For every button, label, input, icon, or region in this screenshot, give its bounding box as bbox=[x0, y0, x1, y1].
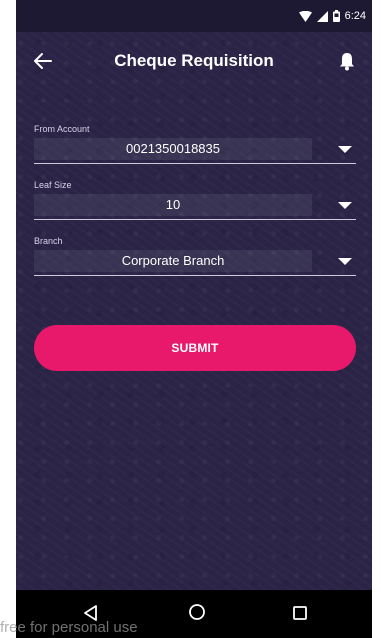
dropdown-caret-icon bbox=[338, 202, 352, 209]
leaf-size-label: Leaf Size bbox=[34, 180, 72, 190]
watermark: free for personal use bbox=[0, 619, 138, 636]
branch-label: Branch bbox=[34, 236, 63, 246]
dropdown-caret-icon bbox=[338, 146, 352, 153]
app-bar: Cheque Requisition bbox=[16, 32, 372, 90]
wifi-icon bbox=[298, 10, 312, 22]
branch-value: Corporate Branch bbox=[34, 250, 312, 272]
phone-screen: 6:24 Cheque Requisition From Account 002… bbox=[16, 0, 372, 638]
branch-field: Branch Corporate Branch bbox=[34, 232, 356, 288]
status-time: 6:24 bbox=[344, 10, 366, 22]
from-account-label: From Account bbox=[34, 124, 90, 134]
leaf-size-field: Leaf Size 10 bbox=[34, 176, 356, 232]
dropdown-caret-icon bbox=[338, 258, 352, 265]
nav-recent-icon[interactable] bbox=[292, 605, 308, 621]
status-bar: 6:24 bbox=[16, 0, 372, 32]
from-account-dropdown[interactable]: 0021350018835 bbox=[34, 138, 356, 164]
leaf-size-value: 10 bbox=[34, 194, 312, 216]
requisition-form: From Account 0021350018835 Leaf Size 10 … bbox=[34, 120, 356, 288]
branch-dropdown[interactable]: Corporate Branch bbox=[34, 250, 356, 276]
signal-icon bbox=[316, 10, 328, 22]
from-account-value: 0021350018835 bbox=[34, 138, 312, 160]
battery-icon bbox=[332, 10, 340, 22]
submit-button[interactable]: SUBMIT bbox=[34, 325, 356, 371]
from-account-field: From Account 0021350018835 bbox=[34, 120, 356, 176]
bell-icon[interactable] bbox=[336, 50, 358, 72]
nav-home-icon[interactable] bbox=[188, 603, 206, 621]
leaf-size-dropdown[interactable]: 10 bbox=[34, 194, 356, 220]
page-title: Cheque Requisition bbox=[114, 51, 274, 70]
